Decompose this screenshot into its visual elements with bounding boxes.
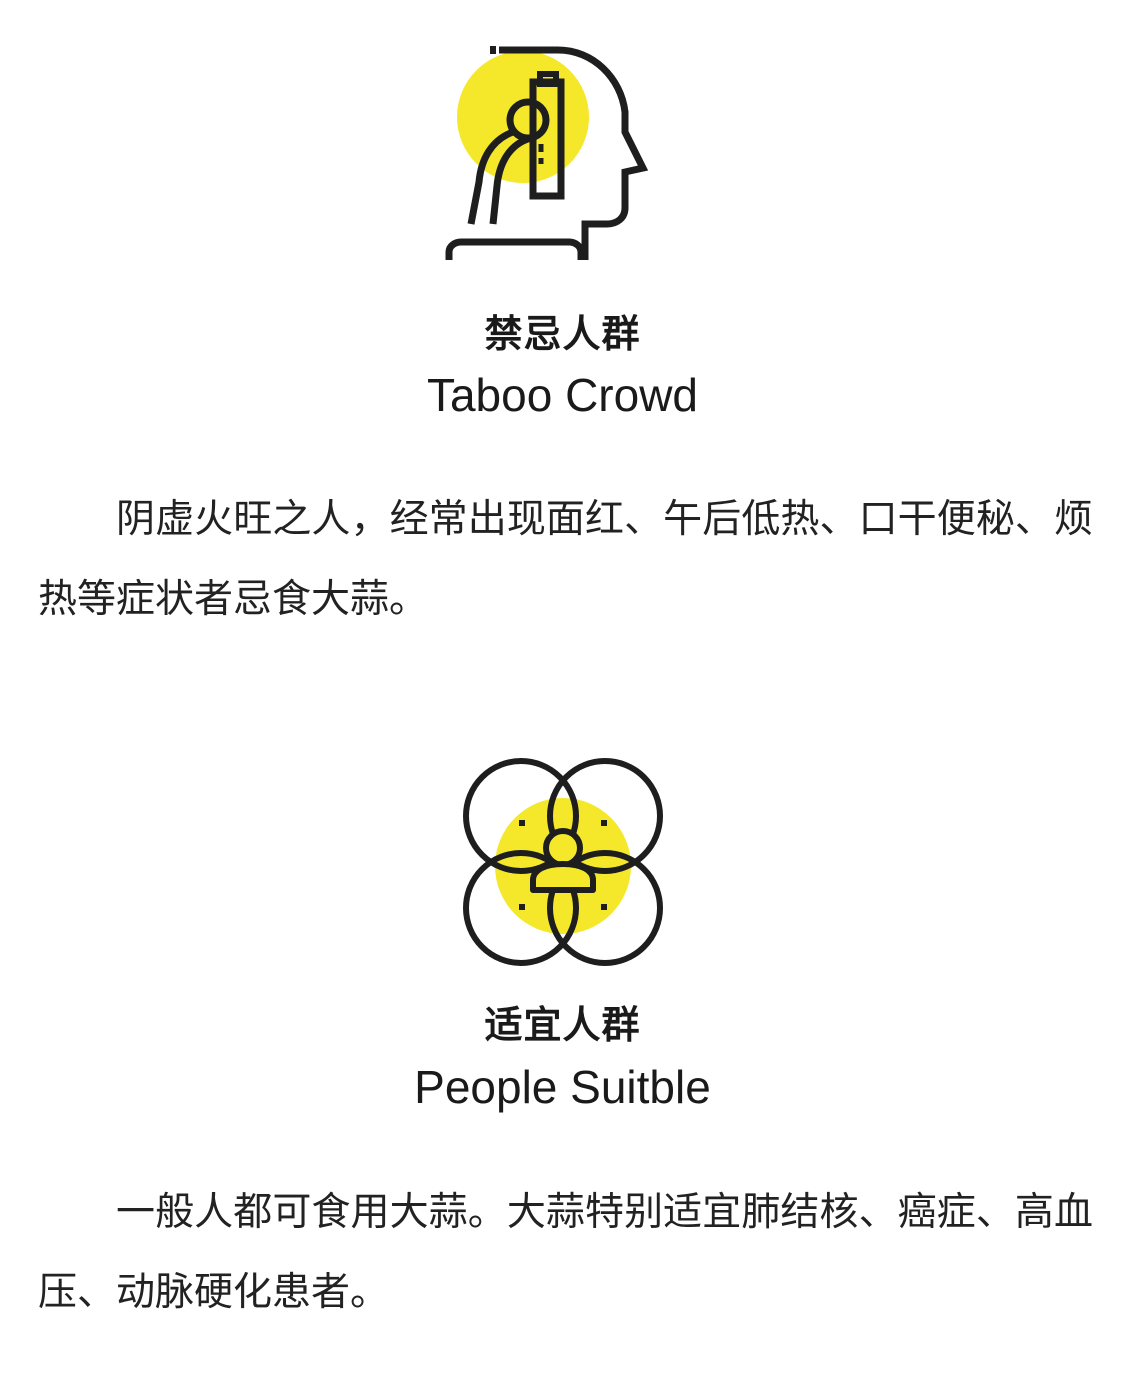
suitable-crowd-section: 适宜人群 People Suitble 一般人都可食用大蒜。大蒜特别适宜肺结核、…: [0, 690, 1125, 1377]
section-body-text: 一般人都可食用大蒜。大蒜特别适宜肺结核、癌症、高血压、动脉硬化患者。: [38, 1190, 1093, 1315]
section-title-chinese: 适宜人群: [484, 1003, 641, 1047]
section-body-text: 阴虚火旺之人，经常出现面红、午后低热、口干便秘、烦热等症状者忌食大蒜。: [38, 497, 1093, 622]
section-title-english: People Suitble: [414, 1061, 711, 1113]
head-microscope-icon: [0, 40, 1125, 270]
taboo-crowd-section: 禁忌人群 Taboo Crowd 阴虚火旺之人，经常出现面红、午后低热、口干便秘…: [0, 0, 1125, 690]
section-title-chinese: 禁忌人群: [484, 312, 641, 356]
section-title-english: Taboo Crowd: [426, 369, 699, 421]
overlapping-circles-person-icon: [0, 756, 1125, 976]
